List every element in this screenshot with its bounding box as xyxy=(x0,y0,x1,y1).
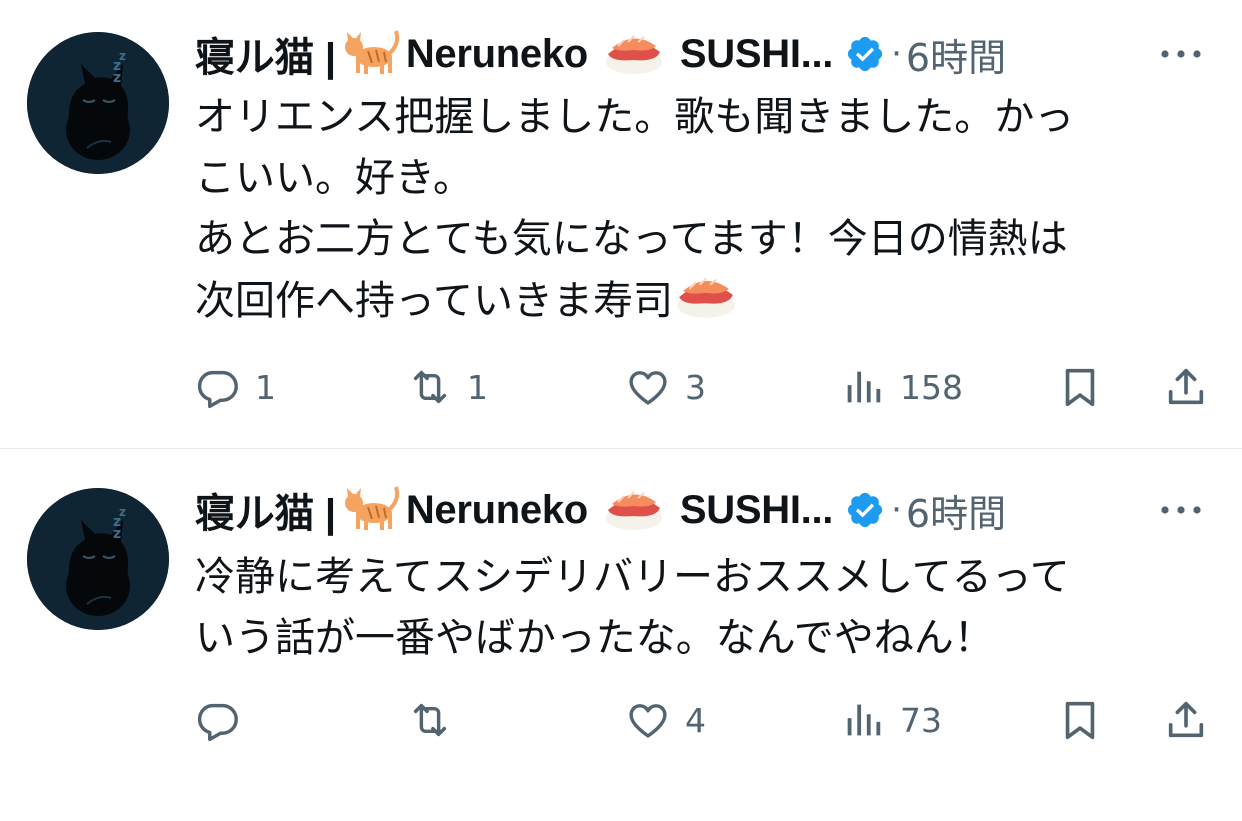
share-button[interactable] xyxy=(1163,695,1209,745)
bookmark-icon xyxy=(1065,368,1095,407)
timestamp[interactable]: 6時間 xyxy=(906,483,1006,538)
tweet-text-line: こいい。好き。 xyxy=(195,155,473,201)
retweet-icon xyxy=(413,370,447,404)
cat-emoji-icon xyxy=(340,483,402,537)
bar-chart-icon xyxy=(847,371,881,403)
bookmark-button[interactable] xyxy=(1057,695,1103,745)
author-name-suffix[interactable]: SUSHI... xyxy=(680,32,833,77)
reply-button[interactable]: 1 xyxy=(195,362,276,412)
svg-text:z: z xyxy=(113,526,121,542)
tweet[interactable]: z z z 寝ル猫 | Neruneko xyxy=(0,450,1242,821)
like-button[interactable]: 3 xyxy=(625,362,706,412)
tweet-text: オリエンス把握しました。歌も聞きました。かっ こいい。好き。 あとお二方とても気… xyxy=(195,87,1205,338)
share-icon xyxy=(1168,701,1204,738)
tweet-text: 冷静に考えてスシデリバリーおススメしてるって いう話が一番やばかったな。なんでや… xyxy=(195,547,1205,669)
view-count: 158 xyxy=(900,367,963,407)
tweet-actions: 4 73 xyxy=(195,695,1215,745)
like-button[interactable]: 4 xyxy=(625,695,706,745)
views-button[interactable]: 158 xyxy=(840,362,963,412)
timestamp[interactable]: 6時間 xyxy=(906,27,1006,82)
share-button[interactable] xyxy=(1163,362,1209,412)
sushi-emoji-icon xyxy=(604,28,664,80)
reply-count: 1 xyxy=(255,367,276,407)
sushi-emoji-icon xyxy=(675,270,737,338)
bar-chart-icon xyxy=(847,704,881,736)
like-count: 4 xyxy=(685,700,706,740)
separator-dot: · xyxy=(891,34,902,74)
retweet-count: 1 xyxy=(467,367,488,407)
svg-text:z: z xyxy=(119,49,126,63)
more-options-icon[interactable] xyxy=(1157,495,1205,525)
author-name[interactable]: Neruneko xyxy=(406,32,588,77)
view-count: 73 xyxy=(900,700,942,740)
reply-icon xyxy=(197,370,238,409)
heart-icon xyxy=(629,704,667,738)
reply-icon xyxy=(197,703,238,742)
separator-dot: · xyxy=(891,490,902,530)
tweet-text-line: 冷静に考えてスシデリバリーおススメしてるって xyxy=(195,554,1070,600)
author-name[interactable]: Neruneko xyxy=(406,488,588,533)
verified-badge-icon xyxy=(848,36,883,72)
svg-text:z: z xyxy=(113,70,121,86)
sushi-emoji-icon xyxy=(604,484,664,536)
tweet[interactable]: z z z 寝ル猫 | Neruneko xyxy=(0,0,1242,449)
avatar[interactable]: z z z xyxy=(27,488,169,630)
views-button[interactable]: 73 xyxy=(840,695,942,745)
avatar[interactable]: z z z xyxy=(27,32,169,174)
tweet-text-segment: 次回作へ持っていきま寿司 xyxy=(195,278,673,324)
tweet-actions: 1 1 3 158 xyxy=(195,362,1215,412)
retweet-button[interactable] xyxy=(407,695,467,745)
tweet-text-line: いう話が一番やばかったな。なんでやねん！ xyxy=(195,615,994,661)
bookmark-button[interactable] xyxy=(1057,362,1103,412)
author-name-prefix[interactable]: 寝ル猫 | xyxy=(195,481,336,539)
share-icon xyxy=(1168,368,1204,405)
tweet-text-line-last: 次回作へ持っていきま寿司 xyxy=(195,270,1205,338)
verified-badge-icon xyxy=(848,492,883,528)
bookmark-icon xyxy=(1065,701,1095,740)
more-options-icon[interactable] xyxy=(1157,39,1205,69)
author-name-prefix[interactable]: 寝ル猫 | xyxy=(195,25,336,83)
cat-emoji-icon xyxy=(340,27,402,81)
tweet-header: 寝ル猫 | Neruneko SUSHI... · 6時間 xyxy=(195,483,1225,537)
sleeping-cat-icon: z z z xyxy=(27,32,169,174)
tweet-text-line: オリエンス把握しました。歌も聞きました。かっ xyxy=(195,94,1075,140)
tweet-text-line: あとお二方とても気になってます！今日の情熱は xyxy=(195,216,1068,262)
like-count: 3 xyxy=(685,367,706,407)
author-name-suffix[interactable]: SUSHI... xyxy=(680,488,833,533)
retweet-icon xyxy=(413,703,447,737)
svg-text:z: z xyxy=(119,505,126,519)
reply-button[interactable] xyxy=(195,695,255,745)
retweet-button[interactable]: 1 xyxy=(407,362,488,412)
sleeping-cat-icon: z z z xyxy=(27,488,169,630)
tweet-header: 寝ル猫 | Neruneko SUSHI... · 6時間 xyxy=(195,27,1225,81)
heart-icon xyxy=(629,371,667,405)
